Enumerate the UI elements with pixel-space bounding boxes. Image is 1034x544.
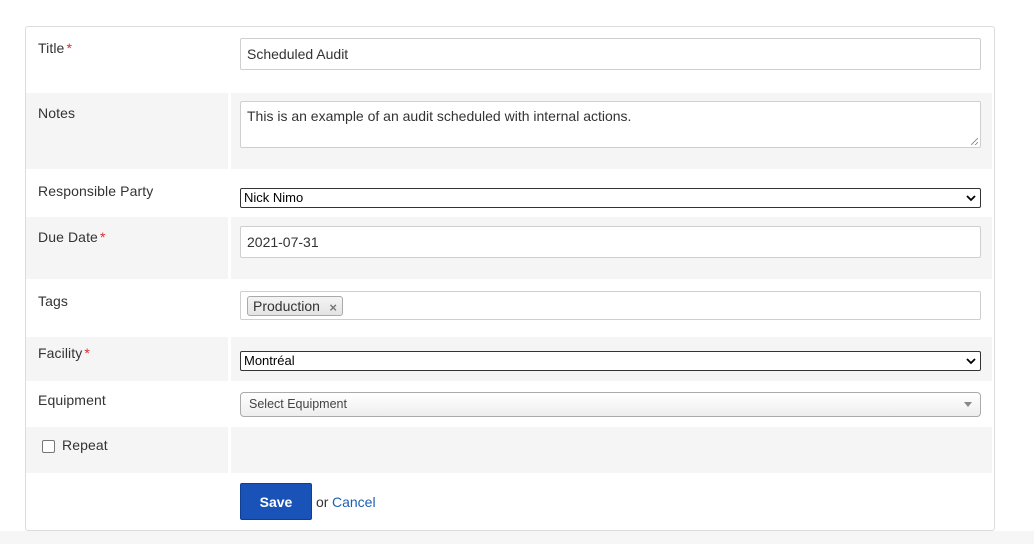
responsible-party-select[interactable]: Nick Nimo xyxy=(240,188,981,208)
chevron-down-icon xyxy=(966,195,976,202)
dropdown-arrow-icon xyxy=(964,402,972,407)
required-mark: * xyxy=(84,345,90,361)
equipment-row: Equipment Select Equipment xyxy=(26,381,994,427)
cancel-link[interactable]: Cancel xyxy=(332,494,376,510)
title-label: Title xyxy=(38,40,65,56)
title-input[interactable]: Scheduled Audit xyxy=(240,38,981,70)
required-mark: * xyxy=(66,40,72,56)
tags-input[interactable]: Production × xyxy=(240,291,981,320)
save-button[interactable]: Save xyxy=(240,483,312,520)
notes-text: This is an example of an audit scheduled… xyxy=(247,108,632,124)
repeat-row: Repeat xyxy=(26,427,994,473)
facility-value: Montréal xyxy=(244,353,295,368)
equipment-label: Equipment xyxy=(38,392,106,408)
notes-row: Notes This is an example of an audit sch… xyxy=(26,93,994,169)
due-date-row: Due Date * 2021-07-31 xyxy=(26,217,994,279)
page-bottom-shade xyxy=(0,531,1034,544)
facility-select[interactable]: Montréal xyxy=(240,351,981,371)
required-mark: * xyxy=(99,229,106,245)
facility-label: Facility xyxy=(38,345,83,361)
due-date-input[interactable]: 2021-07-31 xyxy=(240,226,981,258)
repeat-label[interactable]: Repeat xyxy=(62,437,108,453)
responsible-party-label: Responsible Party xyxy=(38,183,154,199)
equipment-placeholder: Select Equipment xyxy=(249,397,347,411)
title-row: Title * Scheduled Audit xyxy=(26,27,994,93)
responsible-party-value: Nick Nimo xyxy=(244,190,304,205)
chevron-down-icon xyxy=(966,358,976,365)
remove-tag-icon[interactable]: × xyxy=(329,299,337,317)
resize-grip-icon[interactable] xyxy=(971,138,978,145)
repeat-checkbox[interactable] xyxy=(42,440,55,453)
tag-chip: Production × xyxy=(247,296,343,316)
audit-form-panel: Title * Scheduled Audit Notes This is an … xyxy=(25,26,995,531)
tags-label: Tags xyxy=(38,293,68,309)
facility-row: Facility * Montréal xyxy=(26,337,994,381)
or-text: or xyxy=(316,494,329,510)
responsible-party-row: Responsible Party Nick Nimo xyxy=(26,169,994,217)
due-date-label: Due Date xyxy=(38,229,98,245)
notes-textarea[interactable]: This is an example of an audit scheduled… xyxy=(240,101,981,148)
tag-chip-label: Production xyxy=(253,298,320,314)
tags-row: Tags Production × xyxy=(26,279,994,337)
notes-label: Notes xyxy=(38,105,76,121)
equipment-select[interactable]: Select Equipment xyxy=(240,392,981,417)
